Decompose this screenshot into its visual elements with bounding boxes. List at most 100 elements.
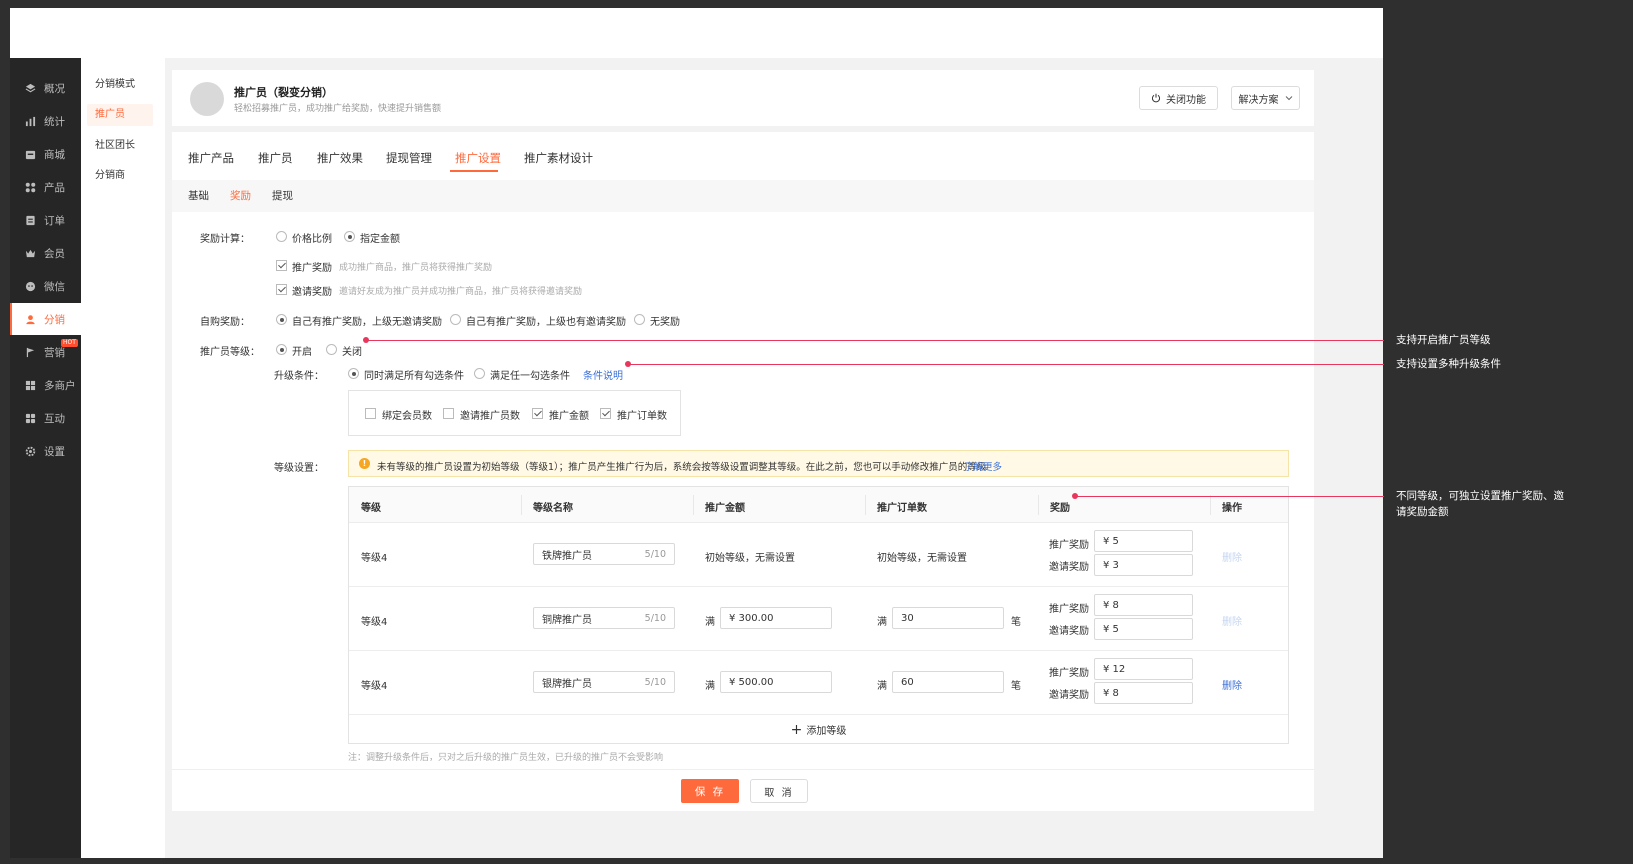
power-icon [1151, 93, 1161, 103]
invite-reward-input[interactable]: ¥ 8 [1094, 682, 1193, 704]
subnav-item-community-leader[interactable]: 社区团长 [87, 135, 153, 157]
promo-reward-input[interactable]: ¥ 8 [1094, 594, 1193, 616]
promo-orders-input[interactable]: 30 [892, 607, 1004, 629]
add-level-button[interactable]: + 添加等级 [349, 715, 1288, 744]
sidebar-item-marketing[interactable]: 营销 HOT [10, 336, 81, 368]
main-card: 推广产品 推广员 推广效果 提现管理 推广设置 推广素材设计 基础 奖励 提现 … [172, 132, 1314, 811]
checkbox-promo-orders[interactable] [600, 408, 611, 419]
checkbox-bound-members[interactable] [365, 408, 376, 419]
tab-settings[interactable]: 推广设置 [455, 150, 501, 166]
tab-material-design[interactable]: 推广素材设计 [524, 150, 593, 166]
promo-amount-input[interactable]: ¥ 500.00 [720, 671, 832, 693]
tab-effect[interactable]: 推广效果 [317, 150, 363, 166]
subtab-withdraw[interactable]: 提现 [272, 188, 293, 203]
char-counter: 5/10 [644, 612, 666, 624]
chevron-down-icon [1285, 95, 1293, 101]
invite-reward-row-label: 邀请奖励 [1049, 690, 1089, 701]
level-table: 等级 等级名称 推广金额 推广订单数 奖励 操作 等级4 铁牌推广员 5/10 [348, 486, 1289, 744]
tab-withdrawal[interactable]: 提现管理 [386, 150, 432, 166]
solution-dropdown[interactable]: 解决方案 [1231, 86, 1300, 110]
delete-button[interactable]: 删除 [1222, 677, 1242, 692]
level-name-value: 铜牌推广员 [542, 614, 592, 626]
full-prefix: 满 [705, 681, 715, 692]
page-title: 推广员（裂变分销） [234, 86, 333, 99]
subnav-item-distributor[interactable]: 分销商 [87, 165, 153, 187]
sidebar-item-label: 互动 [44, 412, 65, 425]
invite-reward-input[interactable]: ¥ 3 [1094, 554, 1193, 576]
subnav-item-mode[interactable]: 分销模式 [87, 74, 153, 96]
condition-explain-link[interactable]: 条件说明 [583, 367, 623, 382]
sidebar-item-mall[interactable]: 商城 [10, 138, 81, 170]
sidebar-item-wechat[interactable]: 微信 [10, 270, 81, 302]
level-name-input[interactable]: 铁牌推广员 5/10 [533, 543, 675, 565]
annotation-line [366, 340, 1384, 341]
radio-upgrade-all[interactable] [348, 368, 359, 379]
save-button[interactable]: 保 存 [681, 779, 739, 803]
tab-products[interactable]: 推广产品 [188, 150, 234, 166]
gear-icon [24, 445, 36, 457]
subtab-basic[interactable]: 基础 [188, 188, 209, 203]
add-level-label: 添加等级 [806, 726, 847, 737]
promo-orders-text: 初始等级，无需设置 [877, 553, 967, 564]
checkbox-invited-promoters[interactable] [443, 408, 454, 419]
condition-box: 绑定会员数 邀请推广员数 推广金额 推广订单数 [348, 390, 681, 436]
checkbox-promo-reward[interactable] [276, 260, 287, 271]
sidebar-item-distribution[interactable]: 分销 [10, 303, 81, 335]
subtab-reward[interactable]: 奖励 [230, 188, 251, 203]
table-row: 等级4 铁牌推广员 5/10 初始等级，无需设置 初始等级，无需设置 推广奖励 … [349, 523, 1288, 586]
radio-self-buy-none[interactable] [634, 314, 645, 325]
sidebar-item-products[interactable]: 产品 [10, 171, 81, 203]
note-text: 注：调整升级条件后，只对之后升级的推广员生效，已升级的推广员不会受影响 [348, 753, 664, 763]
radio-level-on[interactable] [276, 344, 287, 355]
radio-fixed-amount-label: 指定金额 [360, 234, 400, 245]
promo-reward-row-label: 推广奖励 [1049, 668, 1089, 679]
sidebar-item-stats[interactable]: 统计 [10, 105, 81, 137]
promo-reward-input[interactable]: ¥ 5 [1094, 530, 1193, 552]
order-icon [24, 214, 36, 226]
sidebar-item-members[interactable]: 会员 [10, 237, 81, 269]
tab-promoters[interactable]: 推广员 [258, 150, 293, 166]
subnav-item-promoter[interactable]: 推广员 [87, 104, 153, 126]
checkbox-promo-amount[interactable] [532, 408, 543, 419]
radio-fixed-amount[interactable] [344, 231, 355, 242]
promo-amount-input[interactable]: ¥ 300.00 [720, 607, 832, 629]
plus-icon: + [790, 721, 803, 738]
condition-label: 推广订单数 [617, 411, 667, 422]
user-icon [24, 313, 36, 325]
promo-reward-desc: 成功推广商品，推广员将获得推广奖励 [339, 263, 493, 273]
upgrade-any-label: 满足任一勾选条件 [490, 371, 570, 382]
sidebar-item-interaction[interactable]: 互动 [10, 402, 81, 434]
learn-more-link[interactable]: 了解更多 [964, 459, 1002, 473]
annotation-level: 支持开启推广员等级 [1396, 334, 1491, 346]
annotation-reward: 不同等级，可独立设置推广奖励、邀请奖励金额 [1396, 490, 1564, 518]
promo-orders-input[interactable]: 60 [892, 671, 1004, 693]
close-feature-button[interactable]: 关闭功能 [1139, 86, 1218, 110]
sidebar-item-multi-merchant[interactable]: 多商户 [10, 369, 81, 401]
orders-unit: 笔 [1011, 681, 1021, 692]
delete-button-disabled: 删除 [1222, 617, 1242, 628]
level-name-input[interactable]: 铜牌推广员 5/10 [533, 607, 675, 629]
checkbox-invite-reward[interactable] [276, 284, 287, 295]
radio-self-buy-with-invite[interactable] [450, 314, 461, 325]
sidebar-item-settings[interactable]: 设置 [10, 435, 81, 467]
upgrade-label: 升级条件： [274, 371, 324, 382]
invite-reward-input[interactable]: ¥ 5 [1094, 618, 1193, 640]
level-name-value: 银牌推广员 [542, 678, 592, 690]
close-feature-label: 关闭功能 [1166, 94, 1206, 106]
sidebar-item-orders[interactable]: 订单 [10, 204, 81, 236]
promo-amount-text: 初始等级，无需设置 [705, 553, 795, 564]
self-buy-option-1: 自己有推广奖励，上级无邀请奖励 [292, 317, 442, 328]
row-level: 等级4 [361, 617, 388, 628]
level-name-input[interactable]: 银牌推广员 5/10 [533, 671, 675, 693]
radio-upgrade-any[interactable] [474, 368, 485, 379]
invite-reward-row-label: 邀请奖励 [1049, 626, 1089, 637]
char-counter: 5/10 [644, 676, 666, 688]
radio-price-ratio[interactable] [276, 231, 287, 242]
orders-unit: 笔 [1011, 617, 1021, 628]
radio-level-off[interactable] [326, 344, 337, 355]
sidebar-item-overview[interactable]: 概况 [10, 72, 81, 104]
cancel-button[interactable]: 取 消 [750, 779, 808, 803]
radio-self-buy-no-invite[interactable] [276, 314, 287, 325]
promo-reward-input[interactable]: ¥ 12 [1094, 658, 1193, 680]
level-name-value: 铁牌推广员 [542, 550, 592, 562]
